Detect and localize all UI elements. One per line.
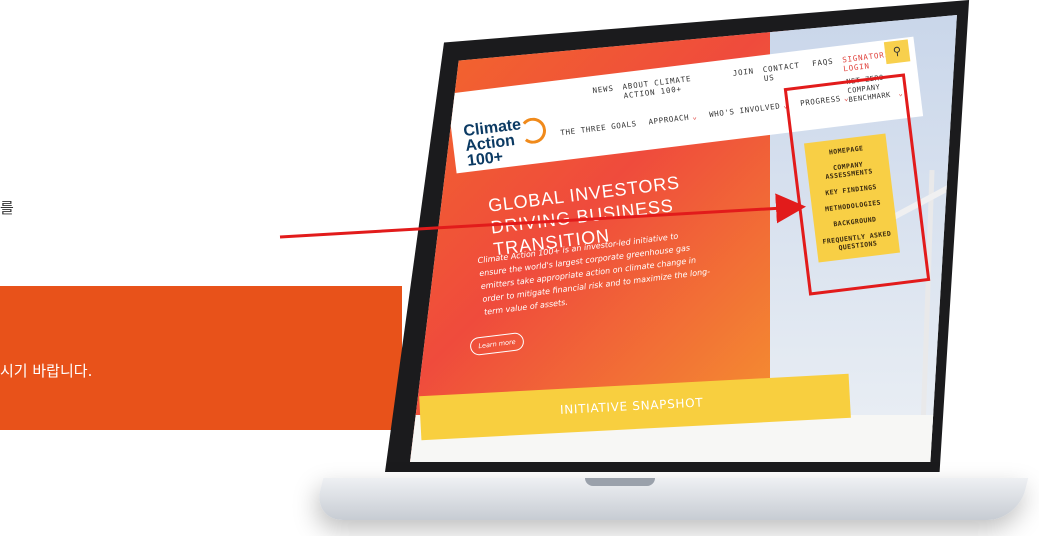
menu-approach[interactable]: APPROACH ⌄ — [648, 112, 698, 127]
highlight-box — [783, 73, 931, 296]
orange-banner — [0, 286, 402, 430]
nav-about[interactable]: ABOUT CLIMATE ACTION 100+ — [622, 70, 725, 100]
nav-faqs[interactable]: FAQS — [812, 57, 835, 77]
nav-join[interactable]: JOIN — [732, 66, 755, 86]
chevron-down-icon: ⌄ — [691, 111, 698, 122]
laptop-notch — [585, 478, 655, 486]
menu-whos-involved-label: WHO'S INVOLVED — [708, 101, 781, 120]
laptop-base — [312, 478, 1029, 520]
korean-caption-top: 를 — [0, 199, 14, 217]
snapshot-title: INITIATIVE SNAPSHOT — [559, 395, 704, 417]
menu-approach-label: APPROACH — [647, 112, 690, 127]
menu-three-goals[interactable]: THE THREE GOALS — [560, 119, 637, 137]
search-icon[interactable]: ⚲ — [883, 39, 911, 65]
nav-contact[interactable]: CONTACT US — [762, 60, 805, 83]
nav-news[interactable]: NEWS — [592, 84, 615, 104]
menu-whos-involved[interactable]: WHO'S INVOLVED ⌄ — [709, 100, 789, 119]
korean-caption-bottom: 시기 바랍니다. — [0, 362, 93, 380]
